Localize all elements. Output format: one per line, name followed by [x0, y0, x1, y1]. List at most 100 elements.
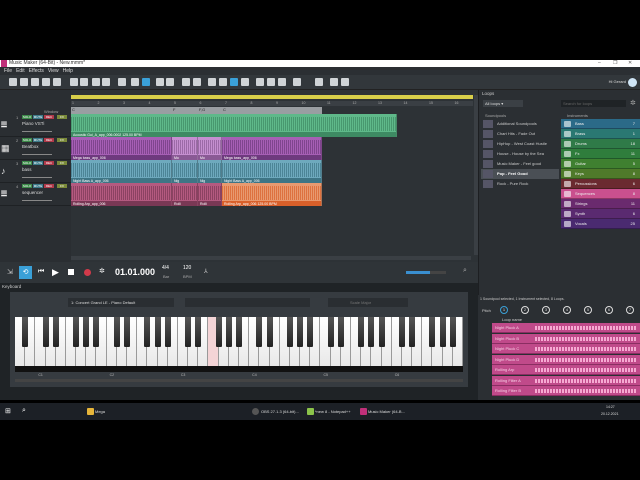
black-key[interactable] — [144, 317, 151, 347]
loop-row[interactable]: Night Pluck D — [492, 354, 640, 365]
pitch-button[interactable]: 6 — [605, 306, 613, 314]
fx-button[interactable]: FX — [57, 161, 67, 165]
record-arm-button[interactable]: REC — [44, 161, 54, 165]
solo-button[interactable]: SOLO — [22, 161, 32, 165]
audio-clip[interactable]: Rolli — [172, 183, 198, 206]
black-key[interactable] — [236, 317, 242, 347]
menu-file[interactable]: File — [4, 68, 12, 74]
loop-search-input[interactable]: Search for loops — [561, 100, 626, 107]
solo-button[interactable]: SOLO — [22, 138, 32, 142]
toolbar-button[interactable] — [341, 78, 349, 86]
toolbar-button[interactable] — [293, 78, 301, 86]
toolbar-button[interactable] — [142, 78, 150, 86]
volume-slider[interactable] — [22, 154, 52, 155]
audio-clip[interactable]: Mega bass_app_006 — [222, 137, 322, 160]
instrument-item[interactable]: Vocals 25 — [561, 219, 640, 229]
toolbar-button[interactable] — [182, 78, 190, 86]
toolbar-button[interactable] — [118, 78, 126, 86]
black-key[interactable] — [22, 317, 29, 347]
black-key[interactable] — [185, 317, 192, 347]
instrument-item[interactable]: Bass 7 — [561, 119, 640, 129]
audio-clip[interactable]: Nig — [172, 160, 198, 183]
fx-button[interactable]: FX — [57, 184, 67, 188]
soundpool-item[interactable]: Music Maker - Feel good — [481, 159, 559, 169]
black-key[interactable] — [113, 317, 120, 347]
close-button[interactable]: ✕ — [628, 60, 632, 67]
soundpool-item[interactable]: Additional Soundpools — [481, 119, 559, 129]
arpeggiator-controls[interactable] — [185, 298, 310, 307]
black-key[interactable] — [225, 317, 232, 347]
black-key[interactable] — [429, 317, 436, 347]
settings-gear-icon[interactable]: ✲ — [630, 99, 636, 107]
volume-slider[interactable] — [22, 200, 52, 201]
audio-clip[interactable]: Rolli — [198, 183, 222, 206]
toolbar-button[interactable] — [53, 78, 61, 86]
tempo-display[interactable]: 120 — [183, 265, 191, 271]
record-arm-button[interactable]: REC — [44, 184, 54, 188]
maximize-button[interactable]: ❐ — [613, 60, 617, 67]
black-key[interactable] — [358, 317, 365, 347]
track-header[interactable]: ▦ 2 SOLO MUTE REC FX Beatbox — [0, 137, 71, 160]
black-key[interactable] — [368, 317, 375, 347]
toolbar-button[interactable] — [166, 78, 174, 86]
range-bar[interactable] — [71, 95, 473, 99]
metronome-icon[interactable]: ⇲ — [7, 268, 13, 276]
pitch-button[interactable]: 7 — [626, 306, 634, 314]
instrument-item[interactable]: Keys 8 — [561, 169, 640, 179]
toolbar-button[interactable] — [9, 78, 17, 86]
toolbar-button[interactable] — [20, 78, 28, 86]
black-key[interactable] — [164, 317, 171, 347]
fx-button[interactable]: FX — [57, 115, 67, 119]
instrument-item[interactable]: Brass 1 — [561, 129, 640, 139]
taskbar-notepad[interactable]: *new 8 - Notepad++ — [315, 407, 351, 416]
black-key[interactable] — [73, 317, 80, 347]
toolbar-button[interactable] — [278, 78, 286, 86]
instrument-item[interactable]: Fx 11 — [561, 149, 640, 159]
black-key[interactable] — [286, 317, 293, 347]
mute-button[interactable]: MUTE — [33, 184, 43, 188]
black-key[interactable] — [52, 317, 59, 347]
audio-clip[interactable]: Mo — [198, 137, 222, 160]
audio-clip[interactable]: Night Bass A_app_006 — [71, 160, 172, 183]
toolbar-button[interactable] — [131, 78, 139, 86]
loop-row[interactable]: Night Pluck C — [492, 344, 640, 354]
zoom-icon[interactable]: ⌕ — [463, 267, 467, 275]
black-key[interactable] — [409, 317, 416, 347]
minimize-button[interactable]: – — [598, 60, 601, 67]
black-key[interactable] — [449, 317, 456, 347]
pitch-button[interactable]: 4 — [563, 306, 571, 314]
toolbar-button[interactable] — [241, 78, 249, 86]
loop-filter-select[interactable]: All loops ▾ — [483, 100, 523, 107]
black-key[interactable] — [337, 317, 344, 347]
volume-slider[interactable] — [22, 131, 52, 132]
instrument-item[interactable]: Sequences 8 — [561, 189, 640, 199]
audio-clip[interactable]: Mo — [172, 137, 198, 160]
record-arm-button[interactable]: REC — [44, 115, 54, 119]
black-key[interactable] — [215, 317, 222, 347]
black-key[interactable] — [297, 317, 304, 347]
black-key[interactable] — [42, 317, 49, 347]
instrument-item[interactable]: Guitar 5 — [561, 159, 640, 169]
fx-button[interactable]: FX — [57, 138, 67, 142]
black-key[interactable] — [154, 317, 161, 347]
snap-icon[interactable]: ⅄ — [204, 268, 208, 275]
menu-help[interactable]: Help — [63, 68, 73, 74]
mute-button[interactable]: MUTE — [33, 161, 43, 165]
black-key[interactable] — [83, 317, 90, 347]
toolbar-button[interactable] — [219, 78, 227, 86]
toolbar-button[interactable] — [31, 78, 39, 86]
toolbar-button[interactable] — [208, 78, 216, 86]
audio-clip[interactable]: Rolling Arp_app_006 125.00 BPM — [222, 183, 322, 206]
menu-effects[interactable]: Effects — [29, 68, 44, 74]
loop-row[interactable]: Rolling Filter A — [492, 375, 640, 386]
master-volume-slider[interactable] — [406, 271, 446, 274]
chord-marker[interactable]: C — [223, 107, 226, 112]
audio-clip[interactable]: Rolling Arp_app_006 — [71, 183, 172, 206]
black-key[interactable] — [256, 317, 263, 347]
soundpool-item[interactable]: HipHop - West Coast Hustle — [481, 139, 559, 149]
preset-select[interactable]: 1: Concert Grand LE - Piano Default — [68, 298, 174, 307]
pitch-button[interactable]: 1 — [500, 306, 508, 314]
solo-button[interactable]: SOLO — [22, 115, 32, 119]
taskbar-obs[interactable]: OBS 27.1.3 (64-bit)... — [261, 407, 299, 416]
black-key[interactable] — [195, 317, 202, 347]
